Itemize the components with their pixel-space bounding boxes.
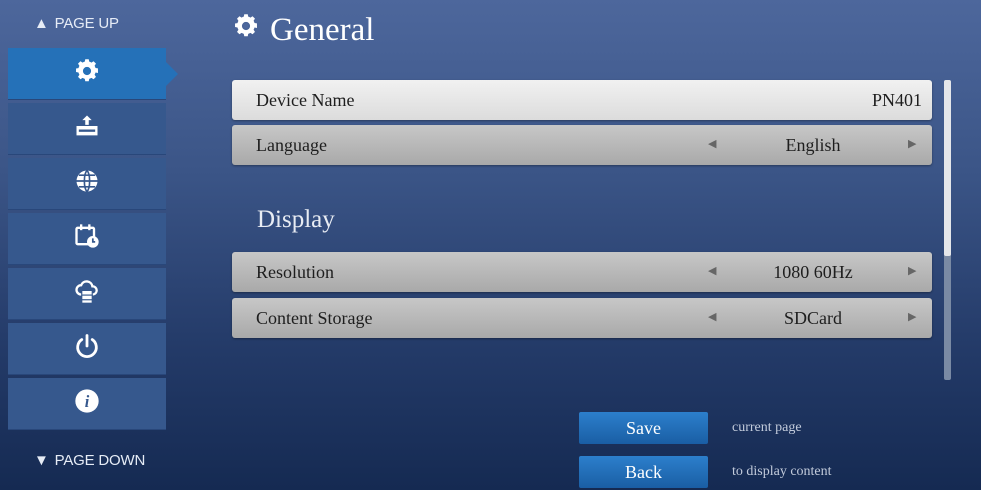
- arrow-left-icon[interactable]: ◀: [708, 264, 716, 277]
- resolution-value: 1080 60Hz: [773, 262, 853, 282]
- page-up-label: PAGE UP: [54, 14, 119, 32]
- page-up-button[interactable]: ▲ PAGE UP: [34, 5, 119, 41]
- gear-icon: [73, 57, 101, 90]
- sidebar-nav: i: [8, 48, 178, 433]
- power-icon: [73, 332, 101, 365]
- save-hint: current page: [732, 420, 802, 435]
- page-down-label: PAGE DOWN: [54, 451, 146, 469]
- sidebar-item-info[interactable]: i: [8, 378, 166, 430]
- gear-icon: [232, 12, 270, 49]
- device-name-value: PN401: [871, 90, 922, 110]
- globe-network-icon: [73, 167, 101, 200]
- arrow-right-icon[interactable]: ▶: [908, 137, 916, 150]
- back-button[interactable]: Back: [579, 456, 708, 488]
- arrow-right-icon[interactable]: ▶: [908, 310, 916, 323]
- sidebar-item-network[interactable]: [8, 158, 166, 210]
- triangle-up-icon: ▲: [34, 14, 49, 32]
- device-name-label: Device Name: [256, 90, 355, 110]
- language-row[interactable]: Language ◀ English ▶: [232, 125, 932, 165]
- info-icon: i: [73, 387, 101, 420]
- sidebar-item-cloud[interactable]: [8, 268, 166, 320]
- page-title-text: General: [270, 12, 375, 48]
- arrow-right-icon[interactable]: ▶: [908, 264, 916, 277]
- svg-text:i: i: [85, 392, 90, 411]
- sidebar: ▲ PAGE UP i ▼ PAGE DOWN: [8, 0, 178, 490]
- usb-import-icon: [73, 112, 101, 145]
- content-storage-row[interactable]: Content Storage ◀ SDCard ▶: [232, 298, 932, 338]
- language-label: Language: [256, 135, 327, 155]
- resolution-row[interactable]: Resolution ◀ 1080 60Hz ▶: [232, 252, 932, 292]
- content-storage-value: SDCard: [784, 308, 842, 328]
- language-value: English: [785, 135, 841, 155]
- sidebar-item-import[interactable]: [8, 103, 166, 155]
- scrollbar[interactable]: [944, 80, 951, 380]
- calendar-schedule-icon: [73, 222, 101, 255]
- display-section-heading: Display: [257, 206, 335, 233]
- resolution-label: Resolution: [256, 262, 335, 282]
- save-button[interactable]: Save: [579, 412, 708, 444]
- content-storage-label: Content Storage: [256, 308, 373, 328]
- triangle-down-icon: ▼: [34, 451, 49, 469]
- scrollbar-thumb[interactable]: [944, 80, 951, 256]
- sidebar-item-power[interactable]: [8, 323, 166, 375]
- back-hint: to display content: [732, 464, 832, 479]
- page-title: General: [232, 12, 374, 49]
- device-name-row[interactable]: Device Name PN401: [232, 80, 932, 120]
- arrow-left-icon[interactable]: ◀: [708, 310, 716, 323]
- cloud-server-icon: [73, 277, 101, 310]
- page-down-button[interactable]: ▼ PAGE DOWN: [34, 442, 145, 478]
- sidebar-item-schedule[interactable]: [8, 213, 166, 265]
- sidebar-item-general[interactable]: [8, 48, 178, 100]
- arrow-left-icon[interactable]: ◀: [708, 137, 716, 150]
